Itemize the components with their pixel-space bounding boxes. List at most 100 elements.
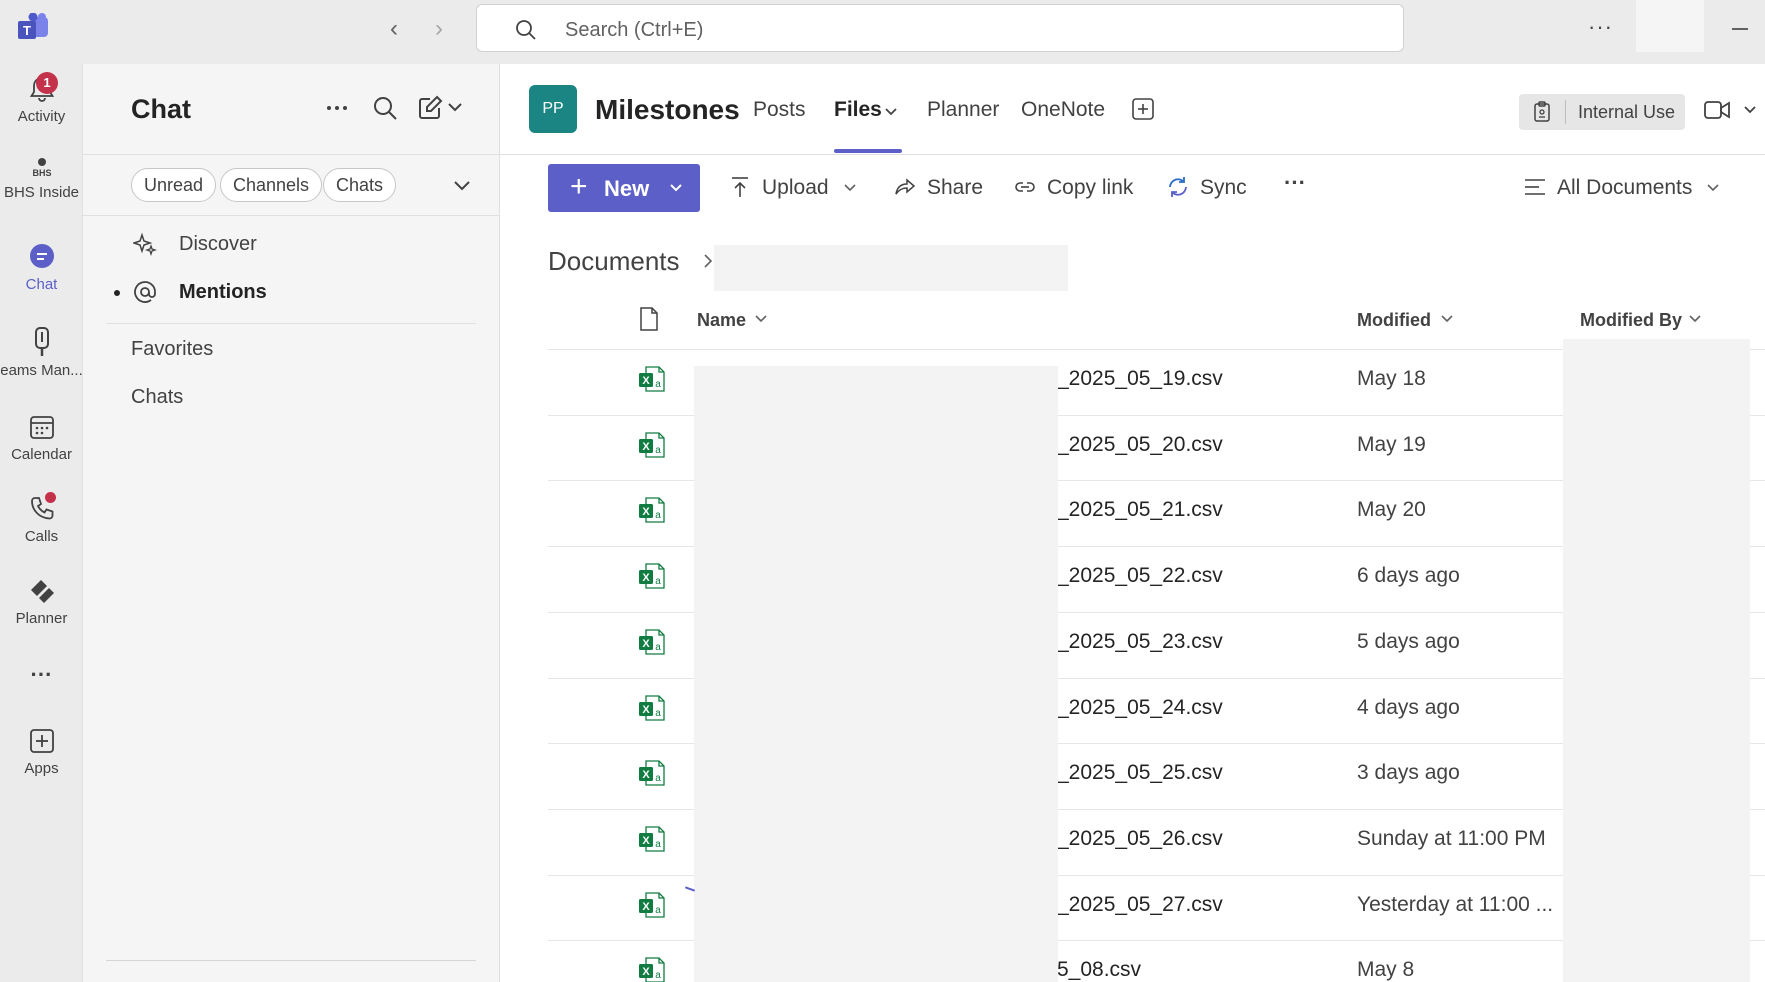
file-name[interactable]: _2025_05_19.csv [1057,367,1223,391]
add-tab-icon[interactable] [1131,97,1155,121]
svg-text:T: T [23,23,31,38]
forward-arrow-icon[interactable]: › [426,16,452,42]
svg-text:a: a [655,642,661,653]
chevron-down-icon[interactable] [1440,312,1454,326]
rail-item-apps[interactable]: Apps [0,726,83,777]
rail-item-calls[interactable]: Calls [0,492,83,545]
file-name[interactable]: 5_08.csv [1057,958,1141,982]
chat-row-discover[interactable]: Discover [83,222,500,266]
column-header-modified[interactable]: Modified [1357,310,1431,331]
teams-logo-icon[interactable]: T [16,13,50,43]
file-modified: 5 days ago [1357,630,1460,653]
chat-row-mentions[interactable]: Mentions [83,270,500,314]
svg-text:a: a [655,970,661,981]
view-selector[interactable]: All Documents [1557,176,1692,200]
chevron-down-icon[interactable] [451,174,473,196]
rail-item-teams-manager[interactable]: eams Man... [0,326,83,379]
upload-icon[interactable] [728,175,752,199]
sensitivity-label-button[interactable]: Internal Use [1519,94,1685,130]
share-button[interactable]: Share [927,176,983,200]
chevron-down-icon[interactable] [1705,180,1721,196]
sparkle-icon [133,232,157,256]
tab-posts[interactable]: Posts [753,98,806,122]
active-tab-indicator [834,149,902,153]
share-icon[interactable] [893,175,917,199]
svg-text:a: a [655,576,661,587]
settings-more-button[interactable]: ··· [1588,14,1613,40]
svg-text:a: a [655,445,661,456]
column-header-modified-by[interactable]: Modified By [1580,310,1682,331]
file-modified: May 8 [1357,958,1415,981]
rail-label: Calendar [11,446,72,463]
search-input[interactable]: Search (Ctrl+E) [476,4,1404,52]
divider [83,215,500,216]
new-button[interactable]: + New [548,164,700,212]
chevron-down-icon[interactable] [842,180,858,196]
team-avatar[interactable]: PP [529,85,577,133]
file-name[interactable]: _2025_05_24.csv [1057,696,1223,720]
excel-file-icon: aX [639,957,665,982]
activity-badge: 1 [36,72,58,94]
rail-item-bhs-inside[interactable]: BHS BHS Inside [0,156,83,201]
sync-icon[interactable] [1166,175,1190,199]
file-modified: May 19 [1357,433,1426,456]
filter-channels[interactable]: Channels [220,168,323,202]
at-icon [134,281,156,303]
svg-text:X: X [642,769,650,781]
svg-text:X: X [642,572,650,584]
more-options-icon[interactable] [323,94,351,122]
rail-item-chat[interactable]: Chat [0,242,83,293]
section-chats[interactable]: Chats [131,386,183,406]
rail-item-planner[interactable]: Planner [0,576,83,627]
breadcrumb-documents[interactable]: Documents [548,246,680,277]
rail-more-button[interactable]: ··· [0,662,83,688]
excel-file-icon: aX [639,629,665,655]
file-name[interactable]: _2025_05_22.csv [1057,564,1223,588]
svg-text:X: X [642,901,650,913]
app-rail: 1 Activity BHS BHS Inside Chat eams Man.… [0,64,83,982]
filter-chats[interactable]: Chats [323,168,397,202]
chat-icon [29,244,54,268]
search-icon[interactable] [371,94,399,122]
bhs-logo-icon: BHS [32,158,51,178]
back-arrow-icon[interactable]: ‹ [381,16,407,42]
rail-label: Activity [17,108,66,125]
svg-text:X: X [642,506,650,518]
chevron-down-icon[interactable] [883,104,899,120]
chevron-down-icon[interactable] [1688,312,1702,326]
list-view-icon[interactable] [1523,175,1547,199]
copy-link-button[interactable]: Copy link [1047,176,1133,200]
planner-icon [30,580,54,603]
divider [1565,100,1566,124]
file-type-icon[interactable] [638,306,660,332]
chevron-down-icon[interactable] [446,98,464,116]
file-name[interactable]: _2025_05_25.csv [1057,761,1223,785]
section-favorites[interactable]: Favorites [131,338,213,361]
upload-button[interactable]: Upload [762,176,829,200]
toolbar-more-button[interactable]: ··· [1284,170,1306,196]
file-name[interactable]: _2025_05_21.csv [1057,498,1223,522]
redacted-modified-by-column [1563,339,1750,982]
video-call-icon[interactable] [1703,98,1731,122]
tab-planner[interactable]: Planner [927,98,999,122]
chevron-down-icon[interactable] [1742,102,1758,118]
link-icon[interactable] [1013,175,1037,199]
team-name[interactable]: Milestones [595,94,740,126]
file-name[interactable]: _2025_05_27.csv [1057,893,1223,917]
tab-onenote[interactable]: OneNote [1021,98,1105,122]
new-chat-icon[interactable] [416,94,444,122]
file-name[interactable]: _2025_05_23.csv [1057,630,1223,654]
column-header-name[interactable]: Name [697,310,746,331]
excel-file-icon: aX [639,826,665,852]
rail-item-activity[interactable]: 1 Activity [0,72,83,125]
tab-files[interactable]: Files [834,98,882,122]
minimize-icon[interactable] [1732,28,1748,30]
file-name[interactable]: _2025_05_20.csv [1057,433,1223,457]
file-name[interactable]: _2025_05_26.csv [1057,827,1223,851]
rail-item-calendar[interactable]: Calendar [0,412,83,463]
sync-button[interactable]: Sync [1200,176,1247,200]
filter-unread[interactable]: Unread [131,168,217,202]
profile-avatar[interactable] [1636,0,1704,52]
chevron-down-icon[interactable] [754,312,768,326]
chat-title: Chat [131,94,191,124]
